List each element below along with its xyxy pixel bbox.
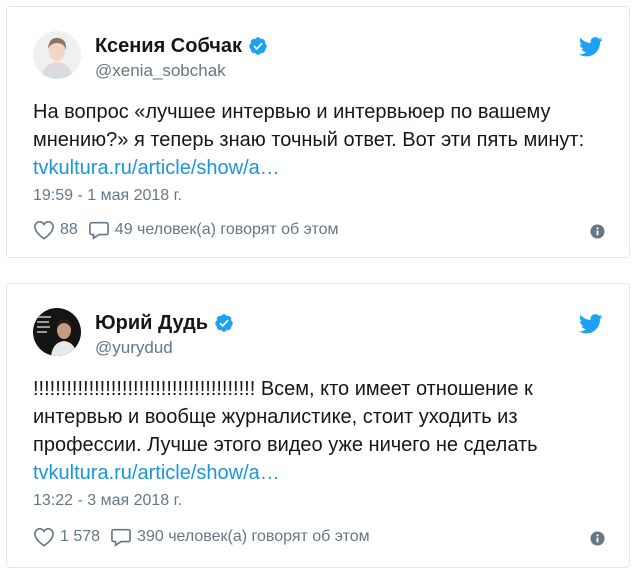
- tweet-text: На вопрос «лучшее интервью и интервьюер …: [33, 98, 613, 182]
- tweet-actions: 88 49 человек(а) говорят об этом: [33, 220, 339, 240]
- reply-count: 49 человек(а) говорят об этом: [114, 221, 339, 238]
- info-icon[interactable]: [590, 531, 605, 546]
- reply-button[interactable]: 390 человек(а) говорят об этом: [110, 527, 370, 547]
- info-icon[interactable]: [590, 224, 605, 239]
- tweet-text-line: профессии. Лучше этого видео уже ничего …: [33, 434, 538, 456]
- heart-icon: [34, 220, 54, 240]
- author-handle[interactable]: @xenia_sobchak: [95, 61, 226, 81]
- article-link[interactable]: tvkultura.ru/article/show/a…: [33, 459, 613, 487]
- tweet-text-line: На вопрос «лучшее интервью и интервьюер …: [33, 101, 551, 123]
- tweet-text-line: !!!!!!!!!!!!!!!!!!!!!!!!!!!!!!!!!!!!!!!!…: [33, 378, 533, 400]
- speech-bubble-icon: [88, 221, 109, 240]
- verified-badge-icon: [249, 37, 267, 55]
- verified-badge-icon: [215, 314, 233, 332]
- tweet-text-line: интервью и вообще журналистике, стоит ух…: [33, 406, 518, 428]
- tweet-text: !!!!!!!!!!!!!!!!!!!!!!!!!!!!!!!!!!!!!!!!…: [33, 375, 613, 487]
- tweet-timestamp[interactable]: 13:22 - 3 мая 2018 г.: [33, 492, 182, 510]
- author-name[interactable]: Юрий Дудь: [95, 312, 208, 334]
- like-count: 1 578: [60, 528, 101, 545]
- tweet-actions: 1 578 390 человек(а) говорят об этом: [33, 527, 370, 547]
- tweet-card: Юрий Дудь @yurydud !!!!!!!!!!!!!!!!!!!!!…: [6, 283, 630, 568]
- author-name[interactable]: Ксения Собчак: [95, 35, 242, 57]
- like-count: 88: [60, 221, 78, 238]
- article-link[interactable]: tvkultura.ru/article/show/a…: [33, 154, 613, 182]
- heart-icon: [34, 527, 54, 547]
- avatar[interactable]: [33, 308, 81, 356]
- like-button[interactable]: 88: [33, 220, 78, 240]
- avatar[interactable]: [33, 31, 81, 79]
- twitter-bird-icon[interactable]: [579, 314, 603, 334]
- like-button[interactable]: 1 578: [33, 527, 100, 547]
- author-handle[interactable]: @yurydud: [95, 338, 173, 358]
- tweet-card: Ксения Собчак @xenia_sobchak На вопрос «…: [6, 6, 630, 258]
- twitter-bird-icon[interactable]: [579, 37, 603, 57]
- speech-bubble-icon: [111, 528, 131, 547]
- tweet-timestamp[interactable]: 19:59 - 1 мая 2018 г.: [33, 187, 182, 205]
- reply-button[interactable]: 49 человек(а) говорят об этом: [88, 220, 339, 240]
- reply-count: 390 человек(а) говорят об этом: [137, 528, 370, 545]
- tweet-text-line: мнению?» я теперь знаю точный ответ. Вот…: [33, 129, 585, 151]
